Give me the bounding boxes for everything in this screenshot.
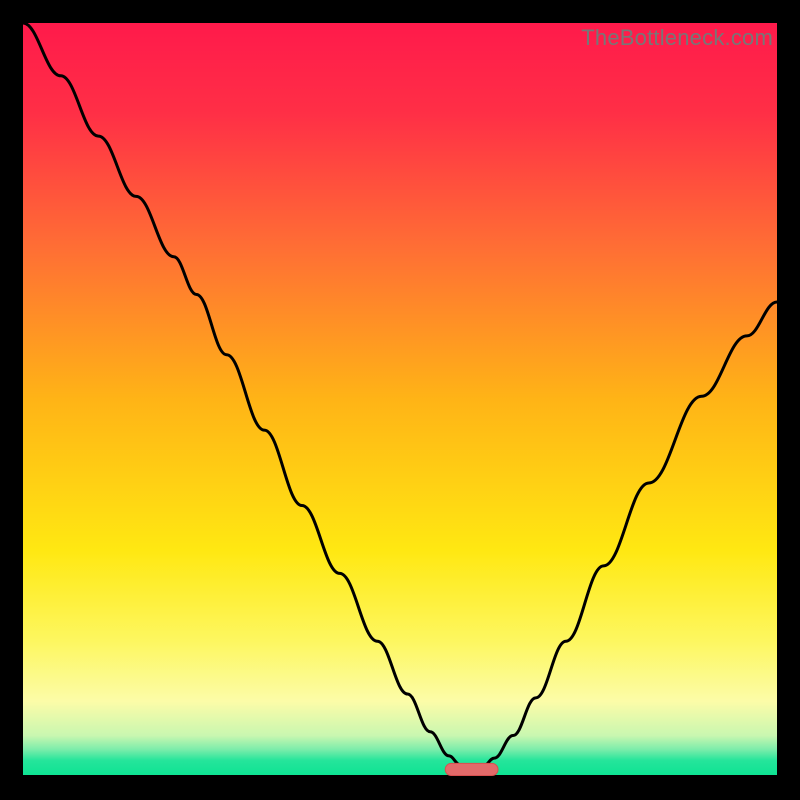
plot-frame: TheBottleneck.com — [23, 23, 777, 777]
gradient-background — [23, 23, 777, 777]
bottleneck-chart — [23, 23, 777, 777]
optimal-marker — [445, 763, 498, 775]
watermark-text: TheBottleneck.com — [581, 25, 773, 51]
